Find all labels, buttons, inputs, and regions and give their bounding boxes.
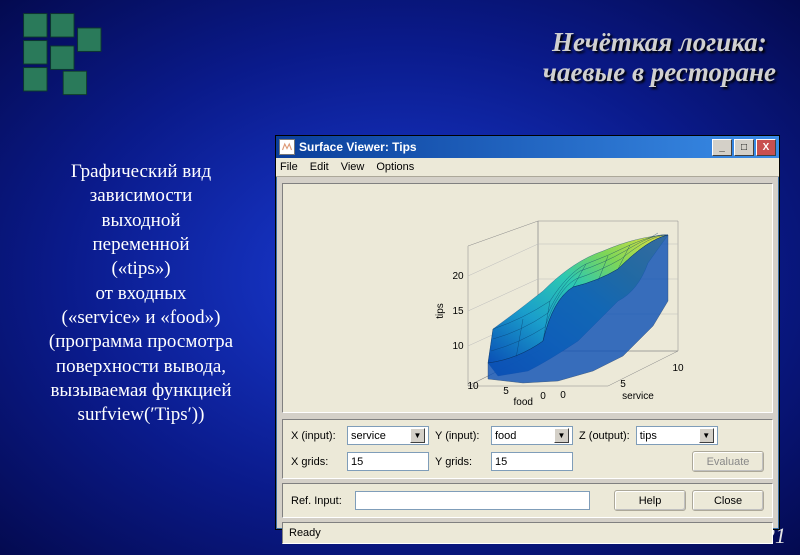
y-grids-field[interactable]: 15 [491,452,573,471]
y-input-label: Y (input): [435,430,485,442]
x-tick-0: 0 [560,390,566,401]
z-output-select[interactable]: tips ▼ [636,426,718,445]
x-tick-10: 10 [672,363,684,374]
y-grids-label: Y grids: [435,456,485,468]
ref-input-field[interactable] [355,491,590,510]
z-tick-20: 20 [452,271,464,282]
help-button[interactable]: Help [614,490,686,511]
z-tick-10: 10 [452,341,464,352]
y-tick-10: 10 [467,381,479,392]
window-title: Surface Viewer: Tips [299,140,712,154]
x-grids-field[interactable]: 15 [347,452,429,471]
chevron-down-icon: ▼ [699,428,714,443]
maximize-button[interactable]: □ [734,139,754,156]
menu-options[interactable]: Options [376,161,414,173]
ref-input-label: Ref. Input: [291,495,349,507]
y-input-select[interactable]: food ▼ [491,426,573,445]
x-input-select[interactable]: service ▼ [347,426,429,445]
ref-panel: Ref. Input: Help Close [282,483,773,518]
menu-edit[interactable]: Edit [310,161,329,173]
slide-title: Нечёткая логика: чаевые в ресторане [543,28,776,87]
menu-bar: File Edit View Options [276,158,779,177]
evaluate-button[interactable]: Evaluate [692,451,764,472]
surface-plot[interactable]: 10 15 20 tips 0 5 10 food 0 5 10 service [282,183,773,413]
y-axis-label: food [513,397,532,406]
z-tick-15: 15 [452,306,464,317]
app-icon [279,139,295,155]
z-output-label: Z (output): [579,430,630,442]
menu-view[interactable]: View [341,161,365,173]
close-button[interactable]: Close [692,490,764,511]
slide-logo [20,10,110,100]
x-tick-5: 5 [620,379,626,390]
z-axis-label: tips [435,303,446,319]
x-axis-label: service [622,391,654,402]
x-grids-label: X grids: [291,456,341,468]
status-text: Ready [289,527,321,539]
minimize-icon: _ [719,142,725,153]
y-tick-0: 0 [540,391,546,402]
y-tick-5: 5 [503,386,509,397]
title-line-1: Нечёткая логика: [543,28,776,58]
chevron-down-icon: ▼ [410,428,425,443]
maximize-icon: □ [741,142,747,153]
slide-description: Графический вид зависимости выходной пер… [16,160,266,427]
x-input-label: X (input): [291,430,341,442]
chevron-down-icon: ▼ [554,428,569,443]
window-titlebar[interactable]: Surface Viewer: Tips _ □ X [276,136,779,158]
input-panel: X (input): service ▼ Y (input): food ▼ Z… [282,419,773,479]
surface-viewer-window: Surface Viewer: Tips _ □ X File Edit Vie… [275,135,780,530]
minimize-button[interactable]: _ [712,139,732,156]
close-window-button[interactable]: X [756,139,776,156]
title-line-2: чаевые в ресторане [543,58,776,88]
close-icon: X [763,142,770,153]
status-bar: Ready [282,522,773,544]
menu-file[interactable]: File [280,161,298,173]
